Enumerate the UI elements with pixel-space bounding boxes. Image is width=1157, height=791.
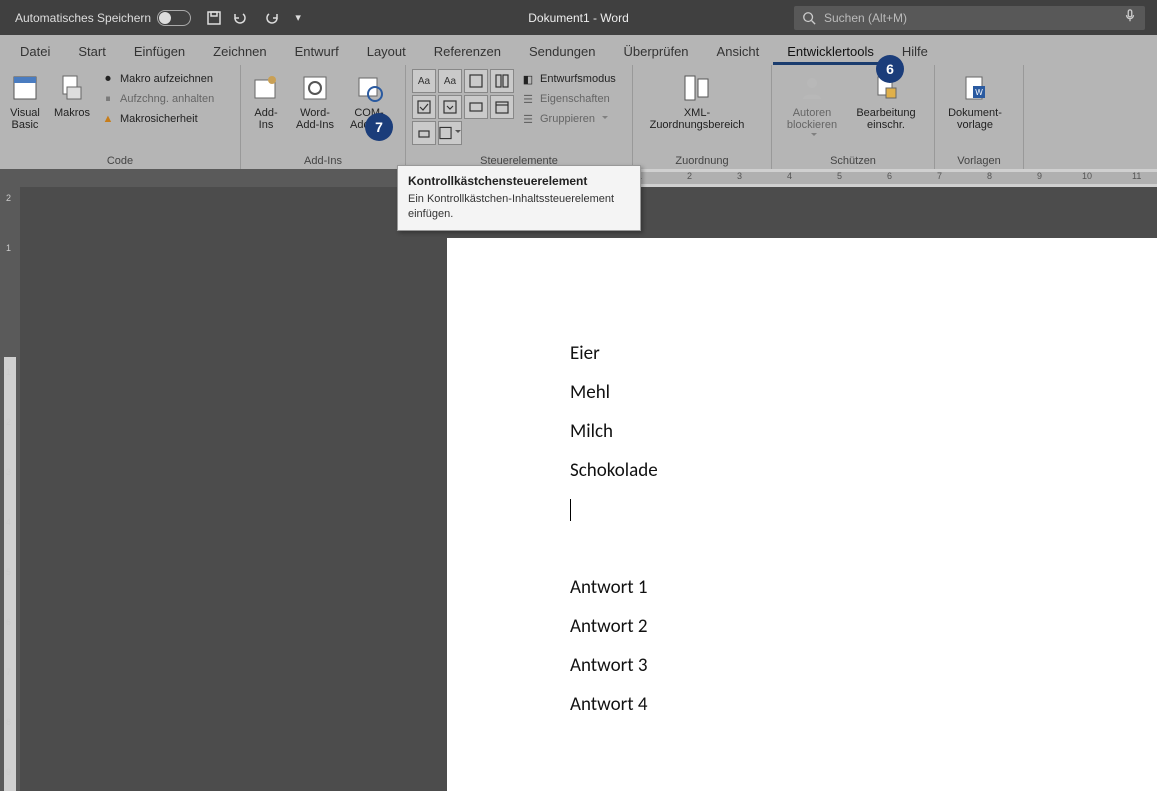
word-addins-icon: [298, 71, 332, 105]
tab-datei[interactable]: Datei: [6, 38, 64, 65]
makros-button[interactable]: Makros: [48, 67, 96, 119]
tab-einfuegen[interactable]: Einfügen: [120, 38, 199, 65]
text-line: Eier: [570, 334, 658, 373]
visual-basic-button[interactable]: Visual Basic: [4, 67, 46, 131]
repeating-control-button[interactable]: [412, 121, 436, 145]
mic-icon[interactable]: [1123, 9, 1137, 26]
document-template-button[interactable]: W Dokument- vorlage: [939, 67, 1011, 131]
tooltip-title: Kontrollkästchensteuerelement: [408, 174, 630, 188]
record-icon: ⏺: [100, 71, 116, 87]
dropdown-control-button[interactable]: [464, 95, 488, 119]
date-control-button[interactable]: [490, 95, 514, 119]
group-icon: ☰: [520, 111, 536, 127]
text-line: Antwort 3: [570, 646, 658, 685]
titlebar: Automatisches Speichern ▾ Dokument1 - Wo…: [0, 0, 1157, 35]
visual-basic-icon: [8, 71, 42, 105]
group-button[interactable]: ☰Gruppieren: [520, 111, 626, 127]
toggle-icon: [157, 10, 191, 26]
checkbox-control-button[interactable]: [412, 95, 436, 119]
vertical-ruler[interactable]: 2 1 1 2 3 4 5 6 7 8 9: [0, 169, 20, 791]
undo-button[interactable]: [227, 5, 253, 31]
word-addins-button[interactable]: Word- Add-Ins: [289, 67, 341, 131]
undo-icon: [232, 10, 248, 26]
text-line: Antwort 2: [570, 607, 658, 646]
tab-sendungen[interactable]: Sendungen: [515, 38, 610, 65]
pause-icon: ⏸: [100, 91, 116, 107]
block-authors-button[interactable]: Autoren blockieren: [776, 67, 848, 139]
document-body[interactable]: Eier Mehl Milch Schokolade Antwort 1 Ant…: [570, 334, 658, 724]
group-code: Code: [4, 153, 236, 169]
redo-icon: [264, 10, 280, 26]
tab-zeichnen[interactable]: Zeichnen: [199, 38, 280, 65]
properties-button[interactable]: ☰Eigenschaften: [520, 91, 626, 107]
tab-layout[interactable]: Layout: [353, 38, 420, 65]
props-icon: ☰: [520, 91, 536, 107]
redo-button[interactable]: [259, 5, 285, 31]
group-mapping: Zuordnung: [637, 153, 767, 169]
search-icon: [802, 11, 816, 25]
addins-icon: [249, 71, 283, 105]
user-icon: [795, 71, 829, 105]
text-line: Antwort 4: [570, 685, 658, 724]
picture-control-button[interactable]: [464, 69, 488, 93]
tooltip: Kontrollkästchensteuerelement Ein Kontro…: [397, 165, 641, 231]
text-line: Antwort 1: [570, 568, 658, 607]
annotation-badge-7: 7: [365, 113, 393, 141]
tooltip-body: Ein Kontrollkästchen-Inhaltssteuerelemen…: [408, 192, 630, 222]
tab-entwicklertools[interactable]: Entwicklertools: [773, 38, 888, 65]
design-mode-button[interactable]: ◧Entwurfsmodus: [520, 71, 626, 87]
combobox-control-button[interactable]: [438, 95, 462, 119]
save-icon: [206, 10, 222, 26]
macro-security-button[interactable]: ▲Makrosicherheit: [100, 111, 230, 127]
xml-mapping-button[interactable]: XML- Zuordnungsbereich: [637, 67, 757, 131]
buildingblock-control-button[interactable]: [490, 69, 514, 93]
plaintext-control-button[interactable]: Aa: [438, 69, 462, 93]
record-macro-button[interactable]: ⏺Makro aufzeichnen: [100, 71, 230, 87]
xml-icon: [680, 71, 714, 105]
text-line: Schokolade: [570, 451, 658, 490]
group-templates: Vorlagen: [939, 153, 1019, 169]
text-line: [570, 529, 658, 568]
save-button[interactable]: [201, 5, 227, 31]
text-line: Mehl: [570, 373, 658, 412]
text-line: [570, 490, 658, 529]
search-placeholder: Suchen (Alt+M): [824, 11, 907, 25]
legacy-tools-button[interactable]: [438, 121, 462, 145]
warning-icon: ▲: [100, 111, 116, 127]
svg-text:W: W: [975, 88, 983, 97]
autosave-label: Automatisches Speichern: [15, 11, 151, 25]
addins-button[interactable]: Add- Ins: [245, 67, 287, 131]
ribbon-tabs: Datei Start Einfügen Zeichnen Entwurf La…: [0, 35, 1157, 65]
template-icon: W: [958, 71, 992, 105]
richtext-control-button[interactable]: Aa: [412, 69, 436, 93]
search-box[interactable]: Suchen (Alt+M): [794, 6, 1145, 30]
pause-record-button[interactable]: ⏸Aufzchng. anhalten: [100, 91, 230, 107]
cursor-caret: [570, 499, 571, 521]
text-line: Milch: [570, 412, 658, 451]
document-area: Eier Mehl Milch Schokolade Antwort 1 Ant…: [20, 187, 1157, 791]
group-protect: Schützen: [776, 153, 930, 169]
annotation-badge-6: 6: [876, 55, 904, 83]
tab-entwurf[interactable]: Entwurf: [281, 38, 353, 65]
qat-customize[interactable]: ▾: [285, 5, 311, 31]
group-addins: Add-Ins: [245, 153, 401, 169]
makros-icon: [55, 71, 89, 105]
document-title: Dokument1 - Word: [528, 11, 628, 25]
tab-ueberpruefen[interactable]: Überprüfen: [610, 38, 703, 65]
tab-ansicht[interactable]: Ansicht: [703, 38, 774, 65]
autosave-toggle[interactable]: Automatisches Speichern: [15, 10, 191, 26]
com-addins-icon: [352, 71, 386, 105]
design-icon: ◧: [520, 71, 536, 87]
ribbon: Visual Basic Makros ⏺Makro aufzeichnen ⏸…: [0, 65, 1157, 171]
page[interactable]: Eier Mehl Milch Schokolade Antwort 1 Ant…: [447, 238, 1157, 791]
tab-start[interactable]: Start: [64, 38, 119, 65]
tab-referenzen[interactable]: Referenzen: [420, 38, 515, 65]
